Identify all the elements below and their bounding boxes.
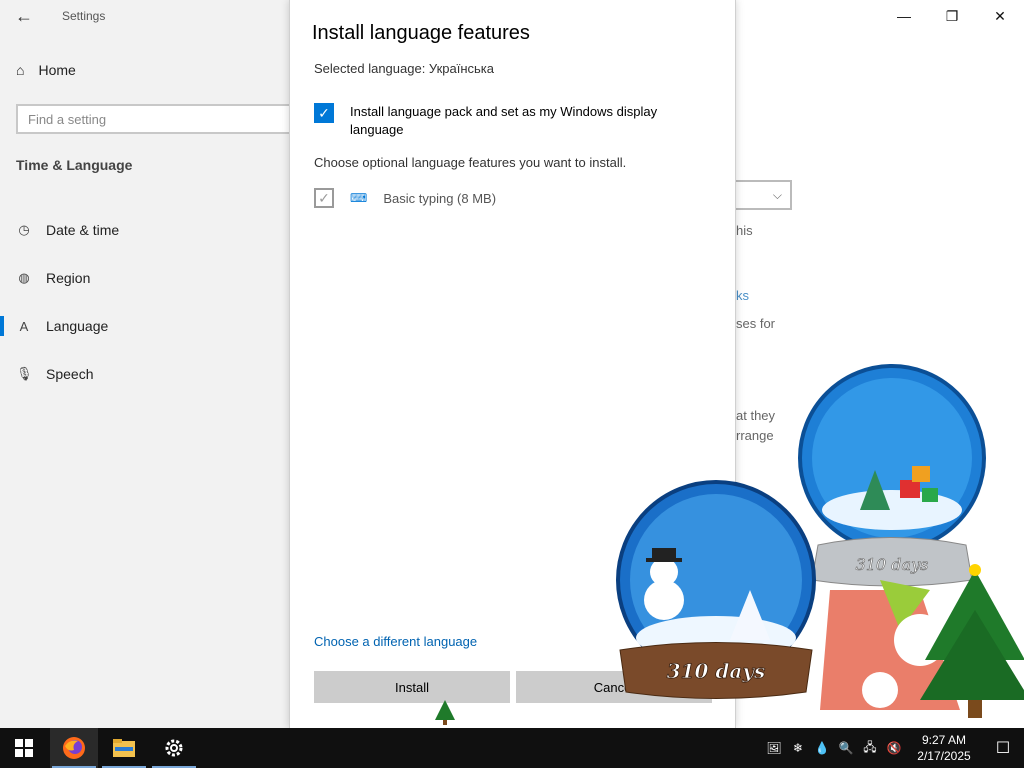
- dropdown-fragment[interactable]: ⌵: [736, 180, 792, 210]
- back-button[interactable]: ←: [10, 4, 38, 28]
- clock-date: 2/17/2025: [917, 749, 971, 763]
- checkmark-icon: ✓: [318, 104, 330, 121]
- install-pack-label: Install language pack and set as my Wind…: [350, 104, 658, 137]
- install-pack-option: ✓ Install language pack and set as my Wi…: [314, 103, 714, 139]
- window-controls: — ❐ ✕: [880, 0, 1024, 32]
- firefox-icon: [63, 737, 85, 759]
- system-tray: 🖼 ❄ 💧 🔍 🖧 🔇 9:27 AM 2/17/2025 ☐: [762, 728, 1024, 768]
- sidebar-nav: ◷ Date & time ◍ Region A Language 🎙 Spee…: [0, 206, 289, 398]
- install-button[interactable]: Install: [314, 671, 510, 703]
- sidebar-item-region[interactable]: ◍ Region: [0, 254, 289, 302]
- minimize-button[interactable]: —: [880, 0, 928, 32]
- tray-image-icon[interactable]: 🖼: [762, 728, 786, 768]
- chevron-down-icon: ⌵: [772, 187, 782, 202]
- tray-drop-icon[interactable]: 💧: [810, 728, 834, 768]
- taskbar-settings[interactable]: [150, 728, 198, 768]
- sidebar-item-language[interactable]: A Language: [0, 302, 289, 350]
- settings-content-pane: [736, 0, 1024, 728]
- tray-snow-icon[interactable]: ❄: [786, 728, 810, 768]
- choose-different-language-link[interactable]: Choose a different language: [314, 634, 477, 649]
- restore-icon: ❐: [945, 7, 959, 24]
- basic-typing-checkbox[interactable]: ✓: [314, 188, 334, 208]
- sidebar-item-label: Region: [46, 270, 91, 286]
- taskbar-firefox[interactable]: [50, 728, 98, 768]
- microphone-icon: 🎙: [16, 366, 33, 381]
- windows-logo-icon: [15, 739, 33, 757]
- home-icon: ⌂: [16, 62, 25, 78]
- dialog-title: Install language features: [312, 22, 530, 44]
- install-pack-checkbox[interactable]: ✓: [314, 103, 334, 123]
- action-center-button[interactable]: ☐: [982, 728, 1024, 768]
- search-placeholder: Find a setting: [28, 111, 107, 127]
- sidebar-item-date-time[interactable]: ◷ Date & time: [0, 206, 289, 254]
- sidebar-item-label: Language: [46, 318, 109, 334]
- clock-time: 9:27 AM: [921, 733, 967, 747]
- taskbar: 🖼 ❄ 💧 🔍 🖧 🔇 9:27 AM 2/17/2025 ☐: [0, 728, 1024, 768]
- text-fragment: ses for: [736, 316, 776, 331]
- cancel-button[interactable]: Cancel: [516, 671, 712, 703]
- clock-icon: ◷: [18, 222, 30, 237]
- choose-features-text: Choose optional language features you wa…: [314, 155, 627, 170]
- selected-language-text: Selected language: Українська: [314, 61, 495, 76]
- home-nav-item[interactable]: ⌂ Home: [16, 62, 76, 78]
- settings-sidebar: ← Settings ⌂ Home Find a setting Time & …: [0, 0, 292, 728]
- gear-icon: [165, 739, 183, 757]
- maximize-button[interactable]: ❐: [928, 0, 976, 32]
- network-icon[interactable]: 🖧: [858, 728, 882, 768]
- sidebar-item-label: Speech: [46, 366, 94, 382]
- text-fragment: rrange: [736, 428, 774, 443]
- text-fragment: his: [736, 223, 753, 238]
- sidebar-item-label: Date & time: [46, 222, 120, 238]
- tray-search-icon[interactable]: 🔍: [834, 728, 858, 768]
- window-title: Settings: [62, 9, 106, 23]
- section-title: Time & Language: [16, 157, 133, 173]
- start-button[interactable]: [0, 728, 48, 768]
- minimize-icon: —: [897, 8, 911, 24]
- taskbar-file-explorer[interactable]: [100, 728, 148, 768]
- close-icon: ✕: [994, 7, 1006, 24]
- notification-icon: ☐: [995, 740, 1011, 757]
- checkmark-icon: ✓: [318, 189, 330, 206]
- back-arrow-icon: ←: [15, 5, 33, 26]
- sidebar-item-speech[interactable]: 🎙 Speech: [0, 350, 289, 398]
- close-button[interactable]: ✕: [976, 0, 1024, 32]
- language-icon: A: [19, 318, 29, 334]
- taskbar-clock[interactable]: 9:27 AM 2/17/2025: [906, 732, 982, 764]
- keyboard-icon: ⌨: [350, 191, 368, 205]
- home-label: Home: [38, 62, 76, 78]
- basic-typing-option: ✓ ⌨ Basic typing (8 MB): [314, 188, 496, 208]
- volume-muted-icon[interactable]: 🔇: [882, 728, 906, 768]
- text-fragment: at they: [736, 408, 776, 423]
- basic-typing-label: Basic typing (8 MB): [383, 190, 497, 206]
- link-fragment[interactable]: ks: [736, 288, 749, 303]
- globe-icon: ◍: [18, 270, 30, 285]
- folder-icon: [113, 739, 135, 757]
- install-language-dialog: Install language features Selected langu…: [289, 0, 736, 728]
- search-input[interactable]: Find a setting: [16, 104, 292, 134]
